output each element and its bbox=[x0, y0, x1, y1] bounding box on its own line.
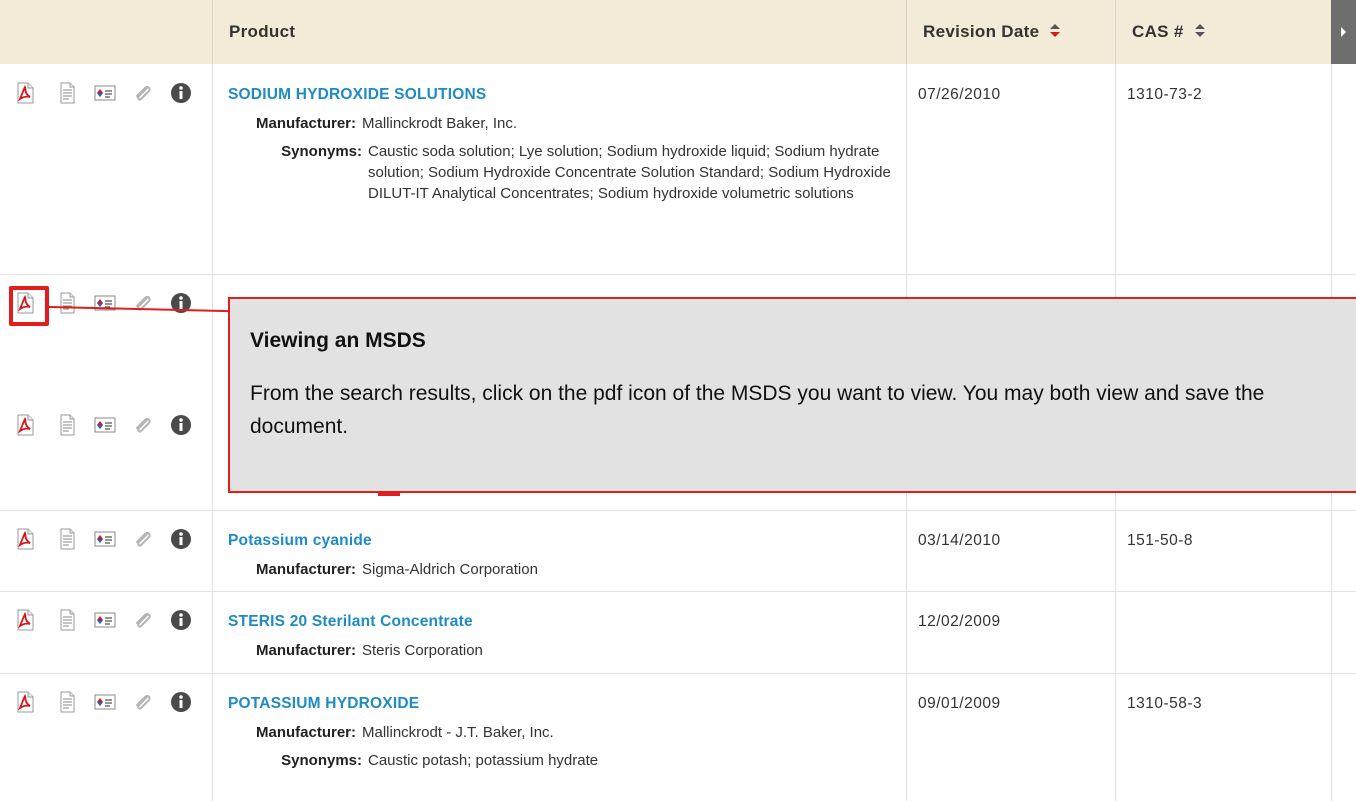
revision-date: 12/02/2009 bbox=[918, 613, 1001, 630]
info-icon[interactable] bbox=[170, 691, 192, 713]
nfpa-label-icon[interactable] bbox=[94, 292, 116, 314]
table-header: Product Revision Date CAS # bbox=[0, 0, 1356, 64]
table-row: STERIS 20 Sterilant Concentrate Manufact… bbox=[0, 591, 1356, 673]
column-header-cas[interactable]: CAS # bbox=[1115, 0, 1331, 64]
row-actions bbox=[14, 528, 199, 550]
synonyms-value: Caustic potash; potassium hydrate bbox=[368, 752, 599, 769]
nfpa-label-icon[interactable] bbox=[94, 414, 116, 436]
chevron-right-icon bbox=[1341, 27, 1346, 37]
table-row: SODIUM HYDROXIDE SOLUTIONS Manufacturer:… bbox=[0, 64, 1356, 274]
document-icon[interactable] bbox=[56, 609, 78, 631]
nfpa-label-icon[interactable] bbox=[94, 609, 116, 631]
attachment-icon[interactable] bbox=[132, 609, 154, 631]
info-icon[interactable] bbox=[170, 609, 192, 631]
instruction-callout: Viewing an MSDS From the search results,… bbox=[228, 297, 1356, 493]
table-row: Potassium cyanide Manufacturer: Sigma-Ald… bbox=[0, 510, 1356, 591]
row-actions bbox=[14, 82, 199, 104]
manufacturer-value: Steris Corporation bbox=[362, 642, 483, 659]
document-icon[interactable] bbox=[56, 528, 78, 550]
attachment-icon[interactable] bbox=[132, 414, 154, 436]
manufacturer-label: Manufacturer: bbox=[255, 561, 356, 578]
manufacturer-label: Manufacturer: bbox=[255, 115, 356, 132]
product-name-link[interactable]: STERIS 20 Sterilant Concentrate bbox=[228, 613, 908, 631]
synonyms-value: Caustic soda solution; Lye solution; Sod… bbox=[368, 143, 891, 202]
pdf-icon[interactable] bbox=[14, 691, 36, 713]
product-name-link[interactable]: SODIUM HYDROXIDE SOLUTIONS bbox=[228, 86, 908, 104]
document-icon[interactable] bbox=[56, 292, 78, 314]
nfpa-label-icon[interactable] bbox=[94, 82, 116, 104]
cas-number: 151-50-8 bbox=[1127, 532, 1194, 549]
info-icon[interactable] bbox=[170, 528, 192, 550]
revision-date: 07/26/2010 bbox=[918, 86, 1001, 103]
manufacturer-value: Sigma-Aldrich Corporation bbox=[362, 561, 538, 578]
product-name-link[interactable]: Potassium cyanide bbox=[228, 532, 908, 550]
revision-date: 09/01/2009 bbox=[918, 695, 1001, 712]
manufacturer-label: Manufacturer: bbox=[255, 724, 356, 741]
info-icon[interactable] bbox=[170, 414, 192, 436]
synonyms-label: Synonyms: bbox=[281, 143, 362, 160]
document-icon[interactable] bbox=[56, 691, 78, 713]
cas-number: 1310-58-3 bbox=[1127, 695, 1203, 712]
column-header-label: CAS # bbox=[1132, 22, 1184, 41]
cas-number: 1310-73-2 bbox=[1127, 86, 1203, 103]
pdf-icon[interactable] bbox=[14, 414, 36, 436]
pdf-icon[interactable] bbox=[14, 609, 36, 631]
row-actions bbox=[14, 414, 199, 436]
row-actions bbox=[14, 609, 199, 631]
pdf-icon[interactable] bbox=[14, 82, 36, 104]
column-header-product[interactable]: Product bbox=[212, 0, 906, 64]
attachment-icon[interactable] bbox=[132, 691, 154, 713]
synonyms-label: Synonyms: bbox=[281, 752, 362, 769]
column-header-revision-date[interactable]: Revision Date bbox=[906, 0, 1115, 64]
sort-arrows-icon[interactable] bbox=[1050, 23, 1061, 38]
column-header-label: Revision Date bbox=[923, 22, 1040, 41]
info-icon[interactable] bbox=[170, 82, 192, 104]
nfpa-label-icon[interactable] bbox=[94, 528, 116, 550]
attachment-icon[interactable] bbox=[132, 528, 154, 550]
pdf-icon-highlight bbox=[9, 286, 49, 326]
manufacturer-value: Mallinckrodt - J.T. Baker, Inc. bbox=[362, 724, 554, 741]
revision-date: 03/14/2010 bbox=[918, 532, 1001, 549]
callout-title: Viewing an MSDS bbox=[250, 329, 426, 352]
attachment-icon[interactable] bbox=[132, 82, 154, 104]
nfpa-label-icon[interactable] bbox=[94, 691, 116, 713]
product-name-link[interactable]: POTASSIUM HYDROXIDE bbox=[228, 695, 908, 713]
table-row: POTASSIUM HYDROXIDE Manufacturer: Mallinc… bbox=[0, 673, 1356, 801]
document-icon[interactable] bbox=[56, 414, 78, 436]
sort-arrows-icon[interactable] bbox=[1194, 23, 1205, 38]
document-icon[interactable] bbox=[56, 82, 78, 104]
callout-body: From the search results, click on the pd… bbox=[250, 382, 1265, 438]
pdf-icon[interactable] bbox=[14, 528, 36, 550]
column-header-label: Product bbox=[229, 22, 296, 41]
scroll-right-button[interactable] bbox=[1331, 0, 1356, 64]
manufacturer-label: Manufacturer: bbox=[255, 642, 356, 659]
attachment-icon[interactable] bbox=[132, 292, 154, 314]
manufacturer-value: Mallinckrodt Baker, Inc. bbox=[362, 115, 518, 132]
row-actions bbox=[14, 691, 199, 713]
